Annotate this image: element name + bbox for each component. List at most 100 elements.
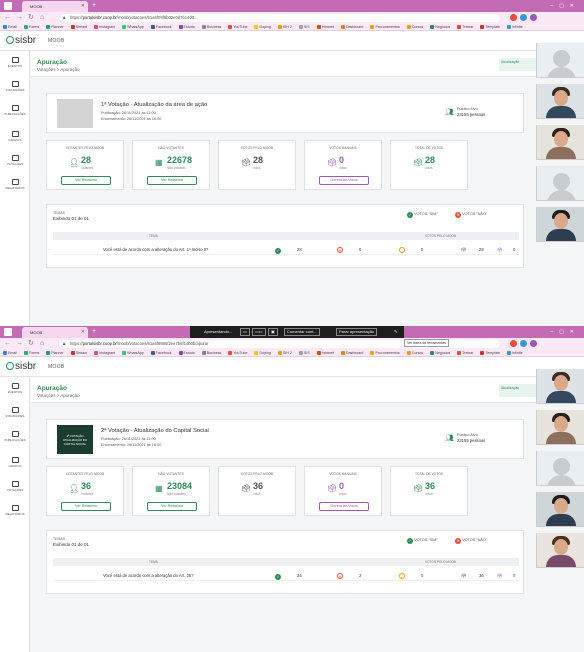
extension-icon[interactable] — [520, 340, 527, 347]
bookmark[interactable]: Planner — [46, 23, 64, 30]
bookmark[interactable]: YouTube — [228, 349, 247, 356]
forward-icon[interactable]: → — [16, 12, 23, 23]
video-tile — [536, 207, 584, 242]
presenting-label: Apresentando... — [204, 329, 233, 334]
bookmark[interactable]: Forms — [24, 23, 39, 30]
bookmark[interactable]: Negócios — [430, 23, 450, 30]
report-button[interactable]: Ver Relatório — [61, 176, 111, 185]
bookmark[interactable]: Dashboard — [340, 23, 363, 30]
bookmark[interactable]: Cursos — [406, 23, 423, 30]
home-icon[interactable]: ⌂ — [40, 338, 44, 349]
stop-presenting-button[interactable]: Parar apresentação — [336, 328, 378, 336]
bookmark[interactable]: Doping — [254, 23, 271, 30]
bookmark[interactable]: Stream — [70, 349, 87, 356]
new-tab-icon[interactable]: + — [92, 327, 96, 337]
sidebar-item-votacoes[interactable]: VOTAÇÕES — [0, 481, 30, 492]
sidebar-item-inscricoes[interactable]: INSCRIÇÕES — [0, 81, 30, 92]
bookmark[interactable]: Email — [3, 23, 17, 30]
sidebar-item-votacoes[interactable]: VOTAÇÕES — [0, 155, 30, 166]
extension-icon[interactable] — [530, 14, 537, 21]
window-controls[interactable]: –▢✕ — [550, 327, 580, 337]
bookmark[interactable]: Template — [480, 349, 500, 356]
bookmark[interactable]: Procuramentos — [370, 349, 400, 356]
bookmark[interactable]: Instagram — [94, 23, 115, 30]
bookmark[interactable]: Template — [480, 23, 500, 30]
table-row[interactable]: Você está de acordo com a alteração do A… — [53, 244, 519, 255]
report-button[interactable]: Ver Relatório — [147, 176, 197, 185]
bookmark[interactable]: Forms — [24, 349, 39, 356]
reload-icon[interactable]: ↻ — [28, 12, 34, 23]
back-icon[interactable]: ← — [4, 338, 11, 349]
bookmark[interactable]: Email — [3, 349, 17, 356]
sidebar-item-eventos[interactable]: EVENTOS — [0, 383, 30, 394]
bookmark[interactable]: Estudo — [178, 23, 195, 30]
table-row[interactable]: Você está de acordo com a alteração do A… — [53, 570, 519, 581]
reload-icon[interactable]: ↻ — [28, 338, 34, 349]
ballot-box-icon: 🗳︎ — [461, 573, 467, 578]
sidebar-item-relatorios[interactable]: RELATÓRIOS — [0, 179, 30, 190]
manage-votes-button[interactable]: Gerenciar Votos — [319, 502, 369, 511]
tab-title: MOOB — [30, 330, 43, 335]
ballot-box-icon: 🗳︎ — [241, 484, 252, 493]
bookmark[interactable]: Facebook — [150, 349, 172, 356]
sidebar-item-publicacoes[interactable]: PUBLICAÇÕES — [0, 105, 30, 116]
bookmark[interactable]: Business — [201, 23, 221, 30]
bookmark[interactable]: WhatsApp — [122, 23, 144, 30]
address-bar[interactable]: 🔒︎ https://portalsisbr.coop.br/moob/vota… — [60, 13, 500, 22]
extension-icon[interactable] — [530, 340, 537, 347]
bookmark[interactable]: Infinite — [507, 23, 523, 30]
bookmark[interactable]: Planner — [46, 349, 64, 356]
sidebar-item-eventos[interactable]: EVENTOS — [0, 57, 30, 68]
layout-icon[interactable]: ▭▭ — [252, 328, 266, 336]
back-icon[interactable]: ← — [4, 12, 11, 23]
home-icon[interactable]: ⌂ — [40, 12, 44, 23]
extension-icon[interactable] — [520, 14, 527, 21]
bookmark[interactable]: Treinar — [457, 23, 473, 30]
bookmark[interactable]: Doping — [254, 349, 271, 356]
sidebar-item-relatorios[interactable]: RELATÓRIOS — [0, 505, 30, 516]
abstain-count: 0 — [421, 573, 424, 578]
bookmark[interactable]: Business — [201, 349, 221, 356]
sidebar-item-grupos[interactable]: GRUPOS — [0, 131, 30, 142]
breadcrumb[interactable]: Votações > Apuração — [37, 393, 80, 398]
extension-icon[interactable] — [510, 340, 517, 347]
bookmark[interactable]: Negócios — [430, 349, 450, 356]
bookmark[interactable]: Procuramentos — [370, 23, 400, 30]
breadcrumb[interactable]: Votações > Apuração — [37, 67, 80, 72]
bookmark[interactable]: Facebook — [150, 23, 172, 30]
bookmark[interactable]: YouTube — [228, 23, 247, 30]
sidebar-item-grupos[interactable]: GRUPOS — [0, 457, 30, 468]
user-icon: 👤︎ — [69, 484, 80, 493]
bookmark[interactable]: SIS — [298, 349, 310, 356]
close-icon[interactable]: ✕ — [81, 1, 85, 12]
browser-tab[interactable]: MOOB ✕ — [22, 1, 88, 12]
bookmark[interactable]: WhatsApp — [122, 349, 144, 356]
bookmark[interactable]: Dashboard — [340, 349, 363, 356]
bookmark[interactable]: Estudo — [178, 349, 195, 356]
report-button[interactable]: Ver Relatório — [61, 502, 111, 511]
bookmark[interactable]: Stream — [70, 23, 87, 30]
bookmark[interactable]: Treinar — [457, 349, 473, 356]
window-controls[interactable]: –▢✕ — [550, 1, 580, 11]
browser-tab[interactable]: MOOB ✕ — [22, 327, 88, 338]
bookmark[interactable]: Instagram — [94, 349, 115, 356]
new-tab-icon[interactable]: + — [92, 1, 96, 11]
layout-icon[interactable]: ▣ — [268, 328, 278, 336]
pin-icon[interactable]: ✎ — [394, 328, 397, 336]
bookmark[interactable]: Infinite — [507, 349, 523, 356]
bookmark[interactable]: SIH 2 — [277, 23, 292, 30]
close-icon[interactable]: ✕ — [81, 327, 85, 338]
bookmark[interactable]: Cursos — [406, 349, 423, 356]
report-button[interactable]: Ver Relatório — [147, 502, 197, 511]
bookmark[interactable]: Intranet — [316, 23, 334, 30]
layout-icon[interactable]: ▭ — [240, 328, 250, 336]
bookmark[interactable]: SIS — [298, 23, 310, 30]
bookmark[interactable]: SIH 2 — [277, 349, 292, 356]
forward-icon[interactable]: → — [16, 338, 23, 349]
sidebar-item-publicacoes[interactable]: PUBLICAÇÕES — [0, 431, 30, 442]
bookmark[interactable]: Intranet — [316, 349, 334, 356]
comment-button[interactable]: Comentar cont... — [284, 328, 320, 336]
sidebar-item-inscricoes[interactable]: INSCRIÇÕES — [0, 407, 30, 418]
extension-icon[interactable] — [510, 14, 517, 21]
manage-votes-button[interactable]: Gerenciar Votos — [319, 176, 369, 185]
